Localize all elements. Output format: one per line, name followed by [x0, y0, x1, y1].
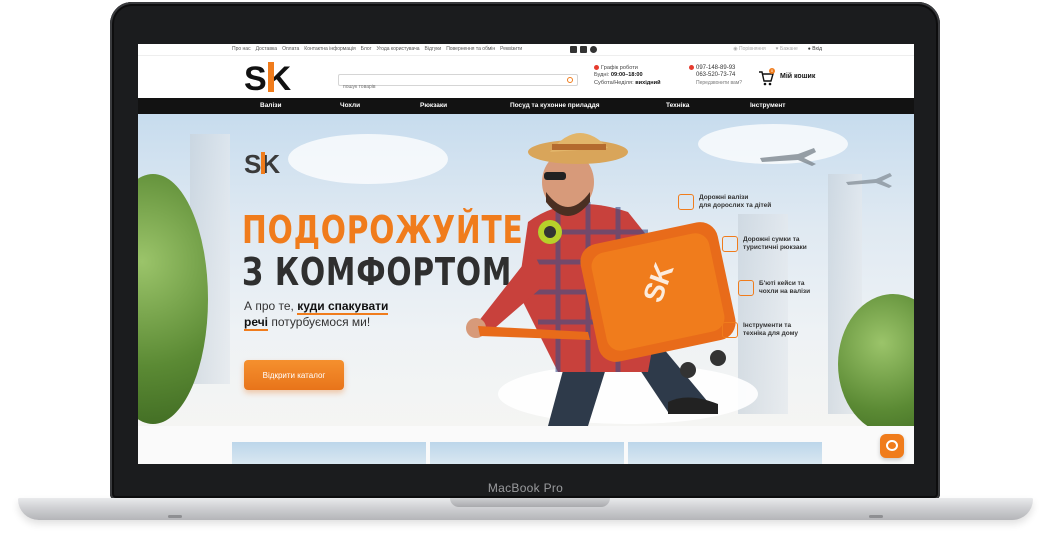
top-info-bar: Про нас Доставка Оплата Контактна інформ…: [138, 44, 914, 56]
chat-icon: [886, 440, 898, 451]
top-link-delivery[interactable]: Доставка: [256, 46, 277, 52]
search-box: [338, 74, 578, 92]
account-links: ◉ Порівняння ♥ Бажане ● Вхід: [733, 46, 822, 52]
social-links: [570, 46, 597, 53]
airplane-image: [760, 148, 816, 166]
compare-label: Порівняння: [739, 46, 766, 52]
category-card[interactable]: [628, 442, 822, 464]
logo-text: SK: [244, 60, 292, 94]
nav-item-suitcases[interactable]: Валізи: [260, 102, 281, 109]
schedule-title: Графік роботи: [601, 65, 638, 71]
chat-button[interactable]: [880, 434, 904, 458]
feature-bags[interactable]: Дорожні сумки та туристичні рюкзаки: [722, 236, 807, 252]
case-icon: [738, 280, 754, 296]
callback-link[interactable]: Передзвонити вам?: [689, 80, 759, 87]
main-nav: Валізи Чохли Рюкзаки Посуд та кухонне пр…: [138, 98, 914, 114]
wishlist-link[interactable]: ♥ Бажане: [776, 46, 798, 52]
feature-text: Дорожні валізи: [699, 194, 749, 201]
feature-suitcases[interactable]: Дорожні валізи для дорослих та дітей: [678, 194, 771, 210]
nav-item-appliances[interactable]: Техніка: [666, 102, 689, 109]
nav-item-tools[interactable]: Інструмент: [750, 102, 785, 109]
subtitle-bold-1: куди спакувати: [297, 299, 389, 315]
phone-1[interactable]: 097-148-89-93: [696, 65, 735, 71]
compare-link[interactable]: ◉ Порівняння: [733, 46, 765, 52]
device-label: MacBook Pro: [487, 481, 564, 495]
feature-text: техніка для дому: [743, 330, 798, 337]
viber-icon[interactable]: [590, 46, 597, 53]
weekend-label: Субота/Неділя:: [594, 79, 634, 86]
cart-label: Мій кошик: [780, 73, 816, 80]
tools-icon: [722, 322, 738, 338]
laptop-foot: [168, 515, 182, 518]
category-card[interactable]: [430, 442, 624, 464]
feature-text: Інструменти та: [743, 322, 792, 329]
top-link-payment[interactable]: Оплата: [282, 46, 299, 52]
top-link-requisites[interactable]: Реквізити: [500, 46, 522, 52]
work-schedule: Графік роботи Будні: 09:00–18:00 Субота/…: [594, 65, 694, 87]
top-link-terms[interactable]: Угода користувача: [376, 46, 419, 52]
laptop-base: [18, 498, 1033, 520]
category-cards-strip: [138, 426, 914, 464]
phone-icon: [689, 65, 694, 70]
backpack-icon: [722, 236, 738, 252]
subtitle-pre: А про те,: [244, 299, 294, 313]
open-catalog-button[interactable]: Відкрити каталог: [244, 360, 344, 390]
instagram-icon[interactable]: [570, 46, 577, 53]
top-link-returns[interactable]: Повернення та обмін: [446, 46, 495, 52]
clock-icon: [594, 65, 599, 70]
feature-text: Б'юті кейси та: [759, 280, 805, 287]
feature-tools[interactable]: Інструменти та техніка для дому: [722, 322, 798, 338]
subtitle-post: потурбуємося ми!: [271, 315, 371, 329]
laptop-notch: [450, 498, 610, 507]
top-link-contacts[interactable]: Контактна інформація: [304, 46, 355, 52]
weekend-hours: вихідний: [635, 79, 661, 86]
login-link[interactable]: ● Вхід: [808, 46, 822, 52]
laptop-mockup: Про нас Доставка Оплата Контактна інформ…: [0, 0, 1051, 536]
browser-screen: Про нас Доставка Оплата Контактна інформ…: [138, 44, 914, 464]
top-link-blog[interactable]: Блог: [361, 46, 372, 52]
nav-item-kitchenware[interactable]: Посуд та кухонне приладдя: [510, 102, 600, 109]
feature-text: Дорожні сумки та: [743, 236, 800, 243]
top-link-reviews[interactable]: Відгуки: [425, 46, 442, 52]
logo-accent: [268, 62, 274, 92]
hero-banner: SK ПОДОРОЖУЙТЕ З КОМФОРТОМ А про те, куд…: [138, 114, 914, 426]
hero-sk-logo: SK: [244, 150, 280, 176]
weekdays-hours: 09:00–18:00: [610, 72, 643, 79]
facebook-icon[interactable]: [580, 46, 587, 53]
top-links: Про нас Доставка Оплата Контактна інформ…: [232, 46, 522, 52]
subtitle-bold-2: речі: [244, 315, 269, 331]
phone-2[interactable]: 063-520-73-74: [689, 72, 759, 79]
traveler-illustration: SK: [466, 132, 736, 426]
feature-text: туристичні рюкзаки: [743, 244, 807, 251]
wishlist-label: Бажане: [780, 46, 798, 52]
cart-badge: 0: [769, 68, 775, 74]
search-input[interactable]: [339, 82, 559, 92]
site-header: SK Графік роботи Будні: 09:00–18:00 Субо…: [138, 56, 914, 98]
hero-logo-accent: [261, 152, 265, 174]
suitcase-icon: [678, 194, 694, 210]
nav-item-backpacks[interactable]: Рюкзаки: [420, 102, 447, 109]
cart-button[interactable]: 0 Мій кошик: [758, 68, 828, 86]
weekdays-label: Будні:: [594, 72, 610, 79]
category-card[interactable]: [232, 442, 426, 464]
top-link-about[interactable]: Про нас: [232, 46, 251, 52]
nav-item-covers[interactable]: Чохли: [340, 102, 360, 109]
hero-subtitle: А про те, куди спакувати речі потурбуємо…: [244, 298, 404, 331]
sk-logo[interactable]: SK: [244, 60, 304, 94]
airplane-image: [846, 173, 892, 188]
laptop-foot: [869, 515, 883, 518]
feature-text: для дорослих та дітей: [699, 202, 772, 209]
feature-text: чохли на валізи: [759, 288, 811, 295]
feature-cases[interactable]: Б'юті кейси та чохли на валізи: [738, 280, 810, 296]
search-icon[interactable]: [567, 77, 573, 83]
phones-block: 097-148-89-93 063-520-73-74 Передзвонити…: [689, 65, 759, 87]
login-label: Вхід: [812, 46, 822, 52]
